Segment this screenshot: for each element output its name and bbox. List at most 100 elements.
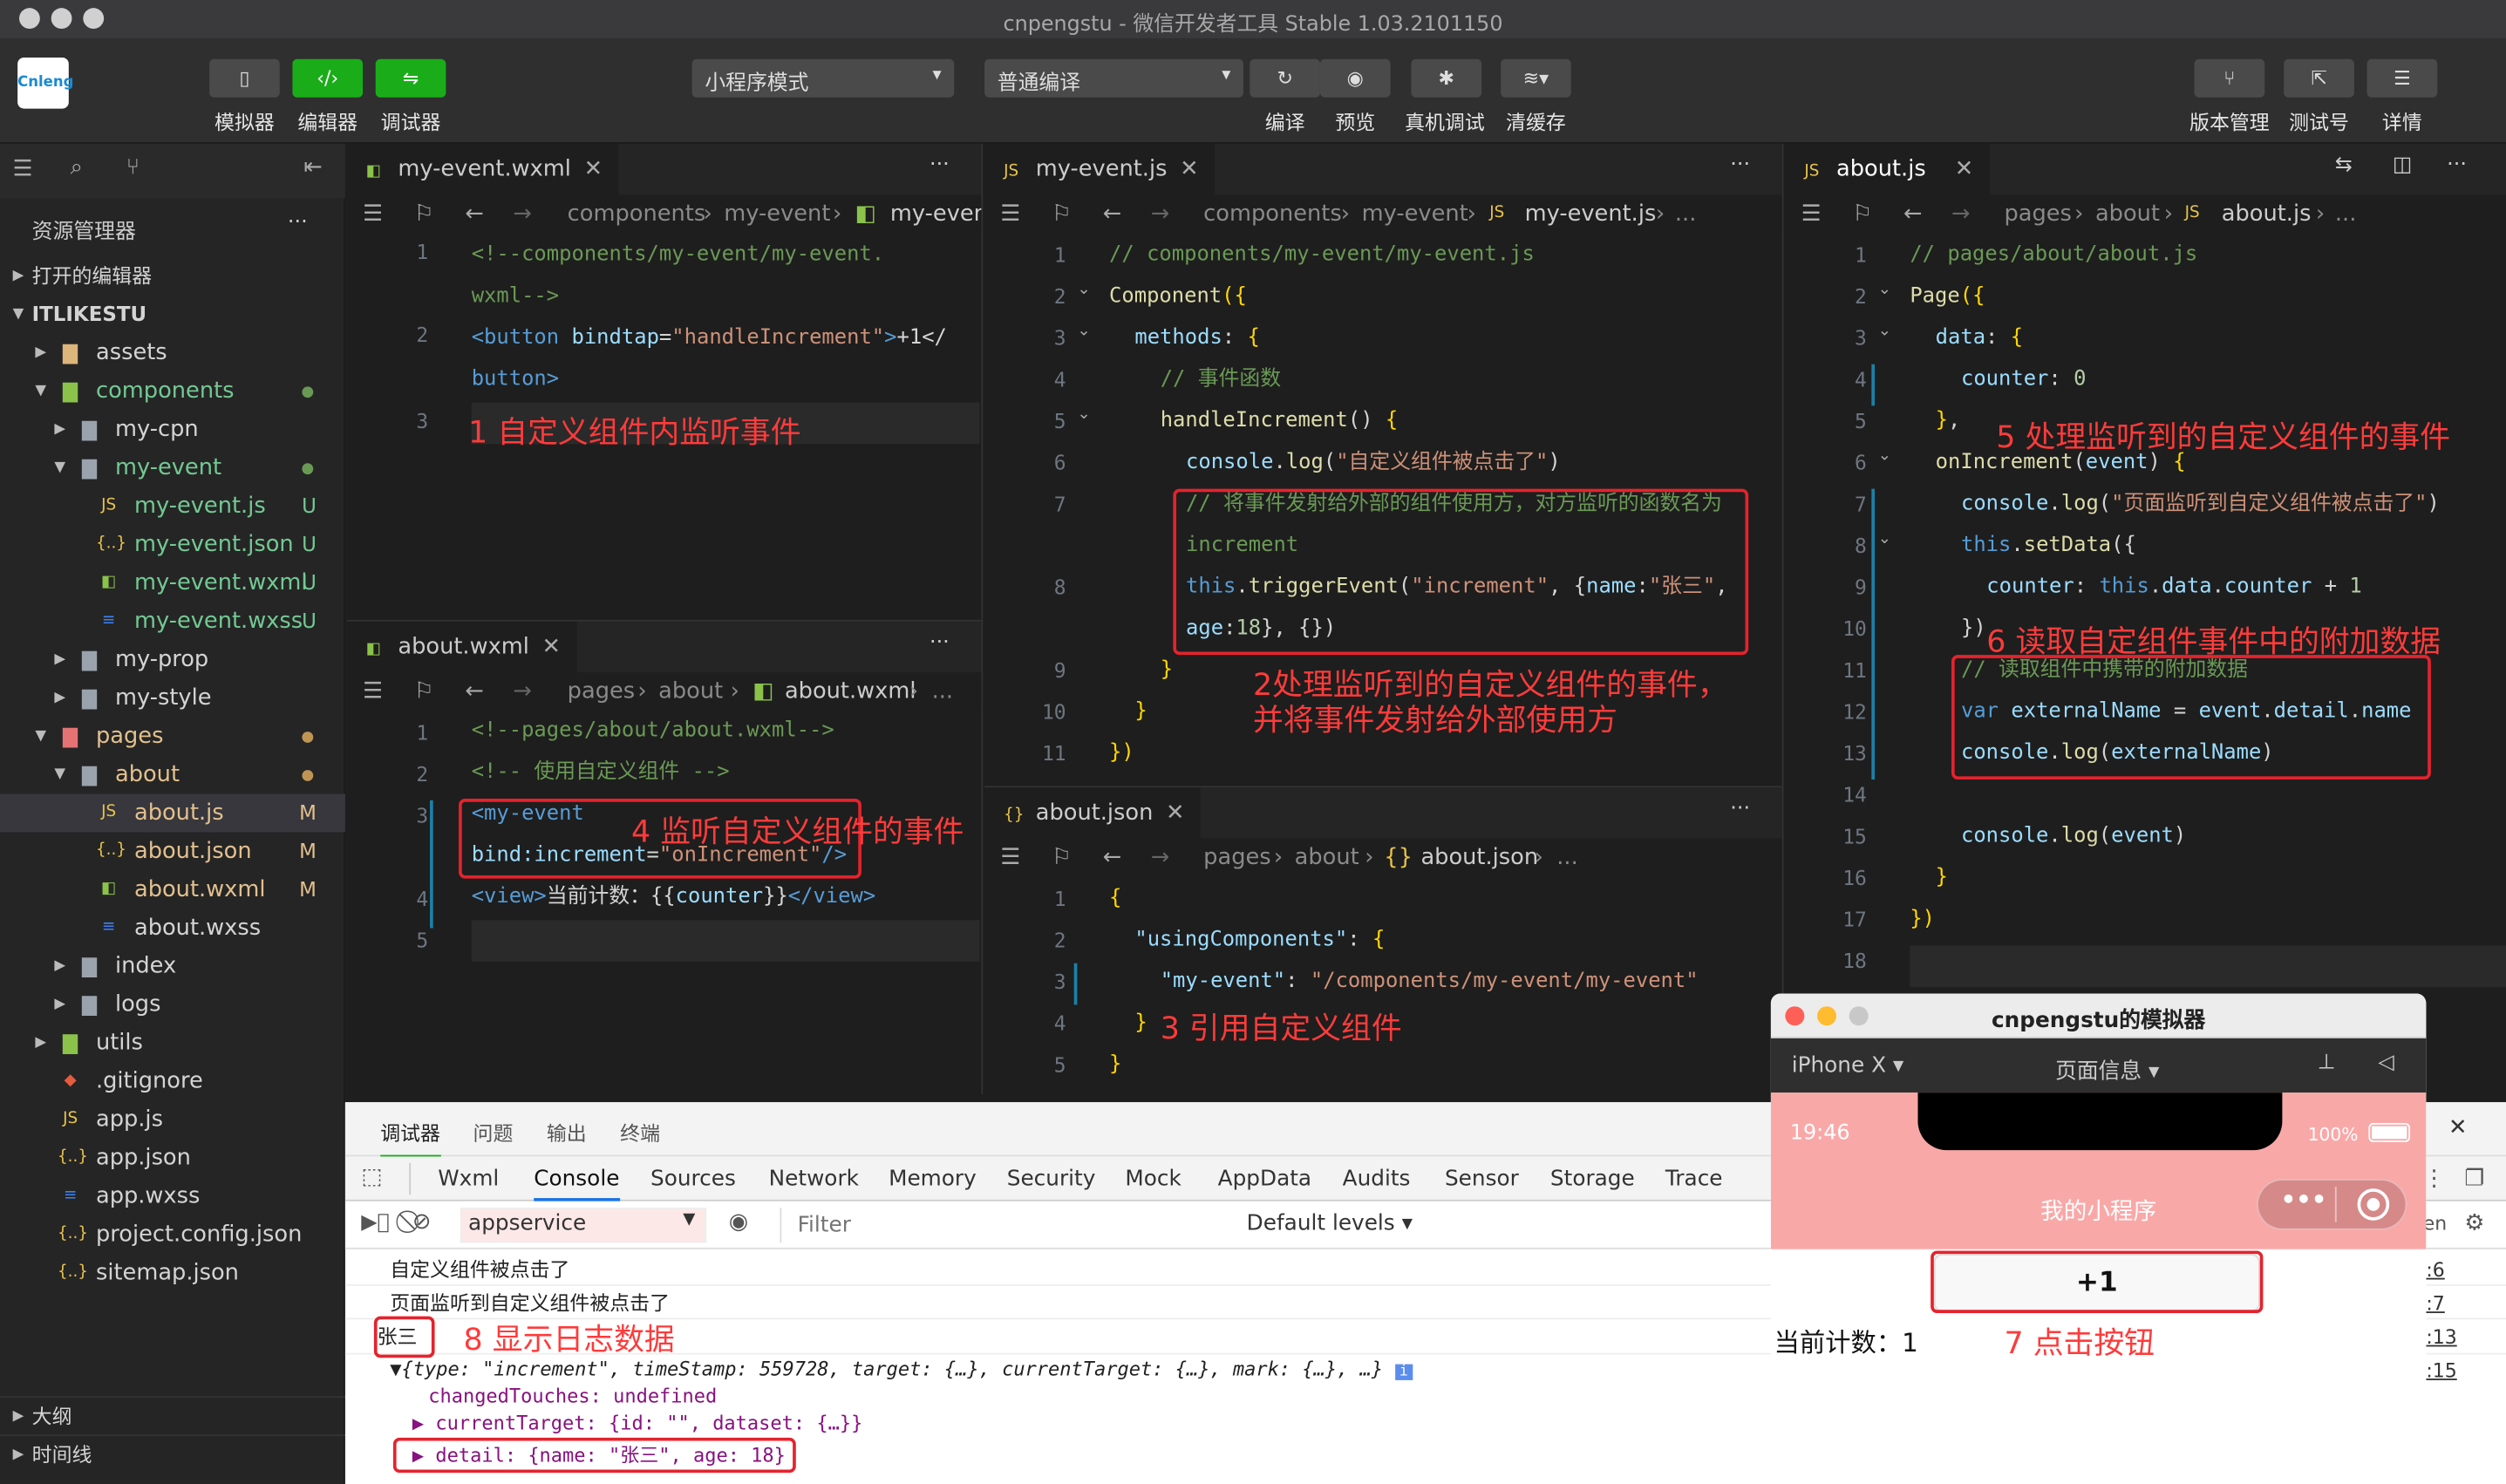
pin-icon[interactable]: ⊥: [2318, 1052, 2336, 1075]
open-editors-section[interactable]: ▶ 打开的编辑器: [0, 257, 345, 296]
devtools-tab-sensor[interactable]: Sensor: [1445, 1166, 1519, 1191]
compile-mode-select[interactable]: 普通编译: [984, 58, 1244, 98]
breadcrumb-item[interactable]: about.json: [1420, 839, 1538, 877]
settings-gear-icon[interactable]: ⚙: [2464, 1211, 2484, 1236]
list-icon[interactable]: ☰: [363, 672, 383, 711]
search-icon[interactable]: ⌕: [71, 155, 83, 180]
simulator-toggle-button[interactable]: ▯: [209, 58, 280, 98]
fold-icon[interactable]: ⌄: [1878, 281, 1891, 298]
breadcrumb-item[interactable]: about: [658, 672, 723, 711]
list-icon[interactable]: ☰: [363, 195, 383, 234]
clear-cache-button[interactable]: ≋▾: [1501, 58, 1571, 98]
breadcrumb-item[interactable]: my-event.js: [1525, 195, 1657, 234]
close-tab-icon[interactable]: ✕: [1955, 157, 1974, 182]
tab-my-event-js[interactable]: JS my-event.js ✕: [984, 143, 1215, 195]
devtools-tab-security[interactable]: Security: [1007, 1166, 1096, 1191]
close-tab-icon[interactable]: ✕: [542, 634, 562, 659]
console-filter-input[interactable]: [780, 1208, 1228, 1243]
close-tab-icon[interactable]: ✕: [1180, 157, 1199, 182]
collapse-panel-icon[interactable]: ⇤: [303, 155, 323, 180]
inspect-icon[interactable]: ⬚: [361, 1165, 382, 1190]
tree-item-my-event-wxml[interactable]: ◧ my-event.wxml U: [0, 564, 345, 602]
tree-item-about-json[interactable]: {..} about.json M: [0, 833, 345, 871]
console-object-line[interactable]: ▼{type: "increment", timeStamp: 559728, …: [390, 1358, 1413, 1380]
tree-item-my-event-wxss[interactable]: ≡ my-event.wxss U: [0, 602, 345, 641]
context-select[interactable]: appservice ▼: [460, 1208, 707, 1243]
tree-item-app-wxss[interactable]: ≡ app.wxss: [0, 1177, 345, 1215]
breadcrumb-item[interactable]: my-event: [724, 195, 830, 234]
explorer-more-icon[interactable]: ···: [288, 211, 308, 235]
tree-item-logs[interactable]: ▶ ▇ logs: [0, 985, 345, 1024]
tree-item-my-event-json[interactable]: {..} my-event.json U: [0, 526, 345, 564]
close-miniprogram-icon[interactable]: [2357, 1188, 2390, 1221]
devtools-tab-appdata[interactable]: AppData: [1218, 1166, 1311, 1191]
breadcrumb-item[interactable]: about: [1295, 839, 1359, 877]
details-button[interactable]: ☰: [2366, 58, 2438, 98]
breadcrumb-item[interactable]: components: [568, 195, 706, 234]
bookmark-icon[interactable]: ⚐: [1052, 839, 1072, 877]
tree-item-about[interactable]: ▼ ▇ about: [0, 756, 345, 794]
eye-icon[interactable]: ◉: [729, 1209, 748, 1235]
dock-icon[interactable]: ⋮: [2423, 1166, 2446, 1191]
breadcrumb-item[interactable]: about: [2095, 195, 2160, 234]
breadcrumb-item[interactable]: ...: [1556, 839, 1577, 877]
breadcrumb-item[interactable]: ...: [932, 672, 953, 711]
forward-icon[interactable]: →: [1951, 195, 1971, 234]
devtools-tab-mock[interactable]: Mock: [1125, 1166, 1181, 1191]
bookmark-icon[interactable]: ⚐: [1052, 195, 1072, 234]
bookmark-icon[interactable]: ⚐: [414, 195, 434, 234]
more-dots-icon[interactable]: •••: [2281, 1185, 2327, 1214]
tree-item-app-js[interactable]: JS app.js: [0, 1100, 345, 1139]
devtools-tab-storage[interactable]: Storage: [1550, 1166, 1635, 1191]
back-icon[interactable]: ←: [1103, 839, 1122, 877]
more-actions-icon[interactable]: ···: [1730, 153, 1750, 177]
tree-item-about-js[interactable]: JS about.js M: [0, 793, 345, 833]
console-source-link[interactable]: :7: [2426, 1292, 2444, 1315]
bookmark-icon[interactable]: ⚐: [1852, 195, 1872, 234]
test-account-button[interactable]: ⇱: [2284, 58, 2354, 98]
devtools-tab-console[interactable]: Console: [534, 1166, 620, 1201]
forward-icon[interactable]: →: [513, 672, 532, 711]
devtools-tab-memory[interactable]: Memory: [889, 1166, 977, 1191]
page-info-select[interactable]: 页面信息 ▾: [2055, 1052, 2159, 1085]
back-icon[interactable]: ←: [1103, 195, 1122, 234]
tree-item-my-event[interactable]: ▼ ▇ my-event: [0, 449, 345, 487]
more-actions-icon[interactable]: ···: [2447, 153, 2467, 177]
tab-problems[interactable]: 问题: [473, 1117, 514, 1147]
console-source-link[interactable]: :13: [2426, 1326, 2456, 1349]
device-select[interactable]: iPhone X ▾: [1792, 1052, 1904, 1078]
list-icon[interactable]: ☰: [1801, 195, 1822, 234]
back-icon[interactable]: ←: [465, 672, 484, 711]
tab-about-wxml[interactable]: ◧ about.wxml ✕: [346, 621, 577, 673]
devtools-tab-network[interactable]: Network: [769, 1166, 859, 1191]
list-icon[interactable]: ☰: [1000, 195, 1020, 234]
more-actions-icon[interactable]: ···: [1730, 797, 1750, 820]
breadcrumb-item[interactable]: pages: [568, 672, 635, 711]
forward-icon[interactable]: →: [1151, 195, 1170, 234]
devtools-tab-trace[interactable]: Trace: [1665, 1166, 1723, 1191]
mode-select[interactable]: 小程序模式: [691, 58, 955, 98]
tab-about-js[interactable]: JS about.js ✕: [1785, 143, 1990, 195]
tab-my-event-wxml[interactable]: ◧ my-event.wxml ✕: [346, 143, 619, 195]
tree-item-my-cpn[interactable]: ▶ ▇ my-cpn: [0, 411, 345, 449]
fold-icon[interactable]: ⌄: [1878, 447, 1891, 465]
tree-item-assets[interactable]: ▶ ▇ assets: [0, 334, 345, 372]
breadcrumb-item[interactable]: my-event: [1362, 195, 1468, 234]
console-prop-line[interactable]: ▶ currentTarget: {id: "", dataset: {…}}: [412, 1413, 862, 1435]
fold-icon[interactable]: ⌄: [1077, 281, 1090, 298]
tab-debugger[interactable]: 调试器: [380, 1117, 440, 1159]
breadcrumb-item[interactable]: about.js: [2222, 195, 2312, 234]
debugger-toggle-button[interactable]: ⇋: [375, 58, 446, 98]
tree-item-my-event-js[interactable]: JS my-event.js U: [0, 487, 345, 526]
tree-item-project-config-json[interactable]: {..} project.config.json: [0, 1215, 345, 1254]
breadcrumb-item[interactable]: components: [1203, 195, 1342, 234]
fold-icon[interactable]: ⌄: [1077, 405, 1090, 423]
close-panel-icon[interactable]: ✕: [2448, 1115, 2468, 1140]
breadcrumb-item[interactable]: ...: [1675, 195, 1696, 234]
devtools-tab-audits[interactable]: Audits: [1343, 1166, 1411, 1191]
split-editor-icon[interactable]: ◫: [2393, 153, 2413, 177]
tree-item-my-style[interactable]: ▶ ▇ my-style: [0, 679, 345, 718]
tree-item-components[interactable]: ▼ ▇ components: [0, 372, 345, 411]
forward-icon[interactable]: →: [513, 195, 532, 234]
preview-button[interactable]: ◉: [1319, 58, 1391, 98]
